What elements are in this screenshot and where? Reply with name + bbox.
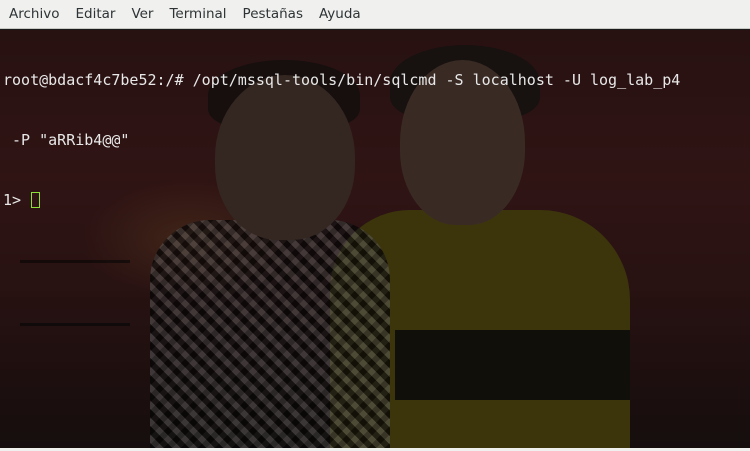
- sqlcmd-prompt: 1>: [3, 191, 31, 209]
- terminal-output: root@bdacf4c7be52:/# /opt/mssql-tools/bi…: [3, 30, 750, 250]
- terminal-area[interactable]: root@bdacf4c7be52:/# /opt/mssql-tools/bi…: [0, 30, 750, 451]
- menu-terminal[interactable]: Terminal: [161, 0, 234, 29]
- terminal-line-continuation: -P "aRRib4@@": [3, 131, 130, 149]
- terminal-line-prompt: 1>: [3, 190, 750, 210]
- menu-ver[interactable]: Ver: [123, 0, 161, 29]
- menu-bar: Archivo Editar Ver Terminal Pestañas Ayu…: [0, 0, 750, 29]
- text-cursor: [31, 192, 41, 208]
- menu-ayuda[interactable]: Ayuda: [311, 0, 369, 29]
- menu-archivo[interactable]: Archivo: [0, 0, 67, 29]
- terminal-line-command: root@bdacf4c7be52:/# /opt/mssql-tools/bi…: [3, 71, 681, 89]
- menu-pestanas[interactable]: Pestañas: [235, 0, 311, 29]
- menu-editar[interactable]: Editar: [67, 0, 123, 29]
